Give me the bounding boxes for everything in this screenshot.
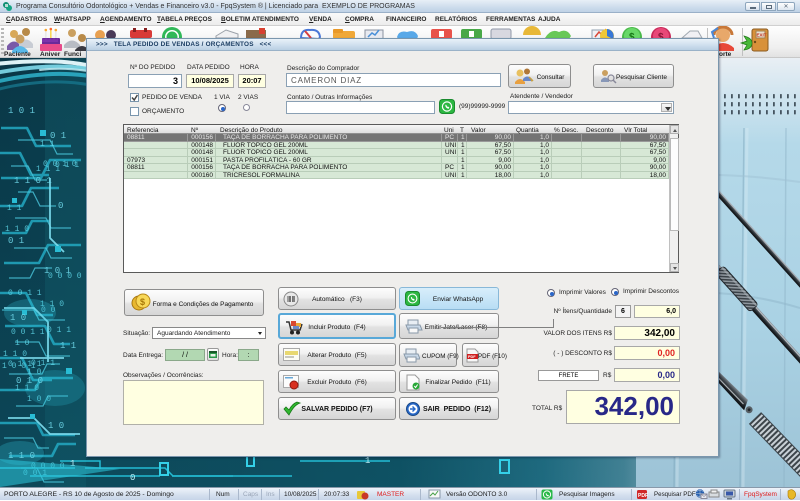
svg-text:1 1 0: 1 1 0 xyxy=(8,451,35,461)
svg-text:0: 0 xyxy=(130,473,135,483)
svg-text:1 0: 1 0 xyxy=(15,339,30,348)
svg-text:0 0 1 1: 0 0 1 1 xyxy=(8,289,42,298)
svg-text:1 1: 1 1 xyxy=(7,204,22,213)
svg-text:PDF: PDF xyxy=(638,493,648,499)
svg-text:1 1 0: 1 1 0 xyxy=(5,225,29,234)
svg-text:0 1: 0 1 xyxy=(50,131,66,141)
svg-text:0 1 0: 0 1 0 xyxy=(16,376,43,386)
svg-text:1 1: 1 1 xyxy=(40,140,55,149)
svg-text:0 1 1: 0 1 1 xyxy=(47,326,71,335)
svg-text:1 1 0: 1 1 0 xyxy=(3,350,27,359)
svg-text:0: 0 xyxy=(58,201,63,211)
svg-text:1 0: 1 0 xyxy=(10,313,26,323)
svg-text:1 1: 1 1 xyxy=(60,341,76,351)
svg-text:0 1: 0 1 xyxy=(8,236,24,246)
svg-text:0 0 1 1: 0 0 1 1 xyxy=(11,328,45,337)
svg-text:1 1 0 1: 1 1 0 1 xyxy=(14,176,52,186)
svg-text:1: 1 xyxy=(365,456,370,466)
svg-text:0 1 1: 0 1 1 xyxy=(31,359,55,368)
svg-text:EXIT: EXIT xyxy=(757,33,767,38)
svg-text:1 0: 1 0 xyxy=(48,421,64,431)
svg-text:0 0 1 0: 0 0 1 0 xyxy=(43,160,77,169)
svg-text:1 0 1: 1 0 1 xyxy=(8,106,35,116)
svg-text:1 0 1: 1 0 1 xyxy=(44,266,71,276)
